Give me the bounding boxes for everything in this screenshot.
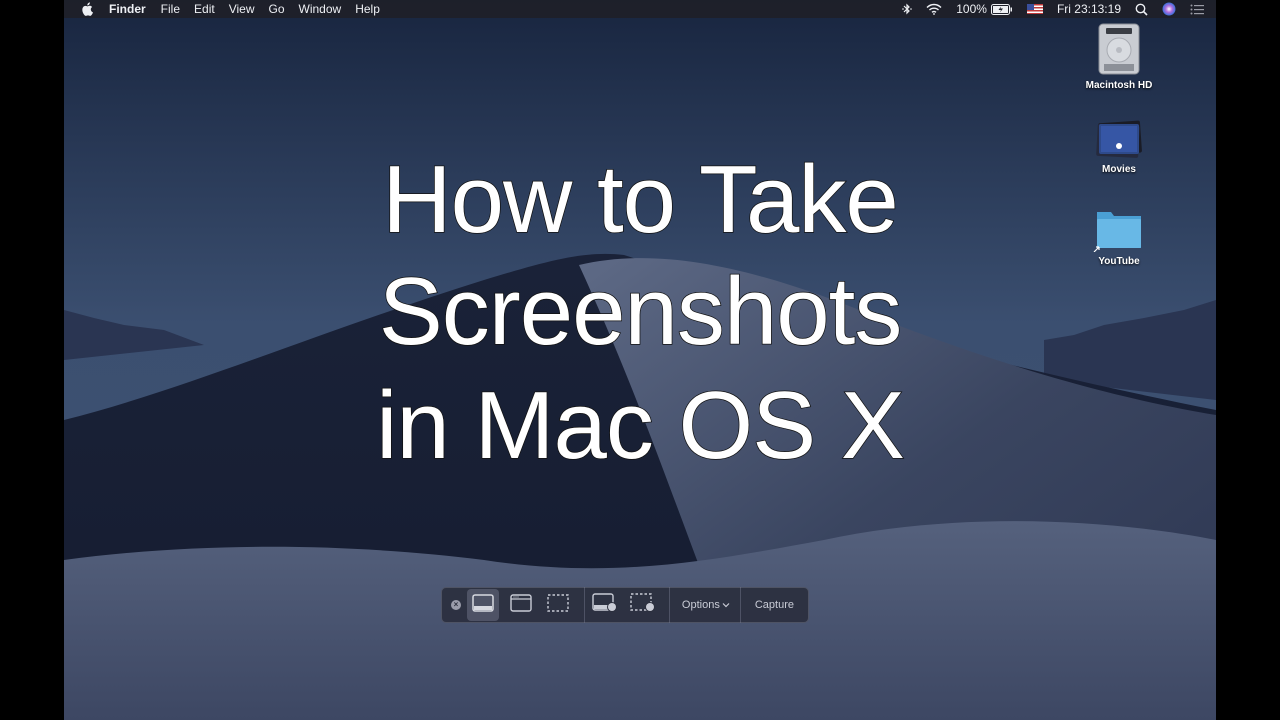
hard-drive-icon [1096,22,1142,76]
toolbar-divider [584,587,586,623]
record-selected-portion-button[interactable] [627,589,659,621]
desktop-icon-movies[interactable]: Movies [1074,118,1164,175]
capture-button[interactable]: Capture [741,599,808,611]
record-entire-screen-button[interactable] [589,589,621,621]
notification-center-icon[interactable] [1190,4,1204,15]
wifi-icon[interactable] [926,3,942,15]
menu-file[interactable]: File [161,2,180,16]
options-label: Options [681,599,720,611]
capture-selected-portion-button[interactable] [543,589,575,621]
toolbar-divider [668,587,670,623]
battery-percent: 100% [956,2,987,16]
menu-clock[interactable]: Fri 23:13:19 [1057,2,1121,16]
menu-go[interactable]: Go [269,2,285,16]
movies-folder-icon [1095,118,1143,160]
desktop-icon-youtube[interactable]: YouTube [1074,208,1164,267]
bluetooth-icon[interactable] [902,3,913,15]
folder-alias-icon [1093,208,1145,253]
options-menu-button[interactable]: Options [674,599,740,611]
chevron-down-icon [722,602,730,608]
menu-view[interactable]: View [229,2,255,16]
menu-window[interactable]: Window [299,2,342,16]
capture-selected-window-button[interactable] [505,589,537,621]
menu-help[interactable]: Help [355,2,380,16]
record-selection-icon [630,592,656,618]
selection-icon [547,593,570,617]
desktop-icon-macintosh-hd[interactable]: Macintosh HD [1074,22,1164,91]
desktop-icon-label: YouTube [1098,256,1140,267]
siri-icon[interactable] [1162,2,1176,16]
input-source-flag-icon[interactable] [1026,4,1043,14]
menu-edit[interactable]: Edit [194,2,215,16]
overlay-title-line-2: Screenshots [378,257,903,366]
desktop: Finder File Edit View Go Window Help 100… [64,0,1216,720]
overlay-title-line-3: in Mac OS X [375,371,905,480]
apple-logo-icon[interactable] [81,2,95,16]
menu-bar: Finder File Edit View Go Window Help 100… [64,0,1216,18]
menu-finder[interactable]: Finder [109,2,146,16]
search-icon[interactable] [1135,3,1148,16]
overlay-title-line-1: How to Take [382,145,900,254]
window-icon [509,593,532,617]
close-icon[interactable]: × [451,600,461,610]
record-screen-icon [592,592,618,618]
desktop-icon-label: Movies [1102,164,1136,175]
battery-charging-icon [990,3,1013,15]
desktop-icon-label: Macintosh HD [1085,80,1153,91]
battery-status[interactable]: 100% [956,2,1013,16]
entire-screen-icon [472,593,494,617]
screenshot-toolbar: × Options Capture [441,587,809,623]
capture-entire-screen-button[interactable] [466,589,499,621]
